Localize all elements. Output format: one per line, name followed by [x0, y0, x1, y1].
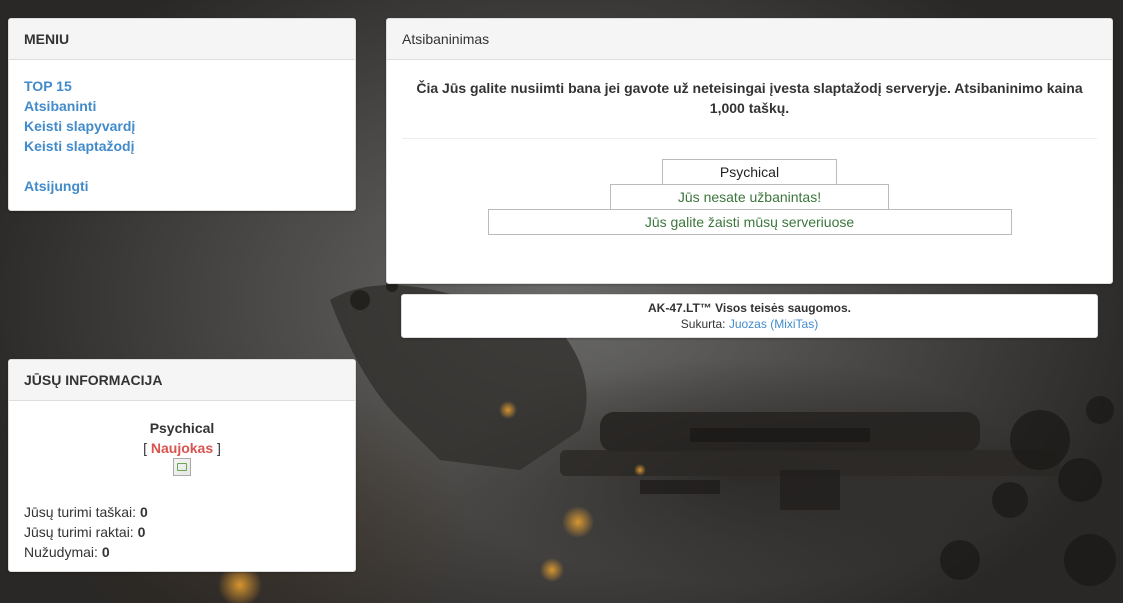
rank-badge: Naujokas — [150, 440, 214, 456]
menu-panel: MENIU TOP 15 Atsibaninti Keisti slapyvar… — [8, 18, 356, 211]
rank-line: [ Naujokas ] — [24, 438, 340, 458]
stat-keys: Jūsų turimi raktai: 0 — [24, 522, 340, 542]
stat-points-label: Jūsų turimi taškai: — [24, 504, 137, 520]
footer-author-link[interactable]: Juozas — [729, 317, 767, 331]
footer-author-nick-link[interactable]: (MixiTas) — [770, 317, 818, 331]
unban-panel-body: Čia Jūs galite nusiimti bana jei gavote … — [387, 60, 1112, 235]
user-info-title: JŪSŲ INFORMACIJA — [9, 360, 355, 401]
user-info-panel: JŪSŲ INFORMACIJA Psychical [ Naujokas ] … — [8, 359, 356, 572]
divider — [402, 138, 1097, 139]
footer-panel: AK-47.LT™ Visos teisės saugomos. Sukurta… — [401, 294, 1098, 338]
user-stats: Jūsų turimi taškai: 0 Jūsų turimi raktai… — [24, 502, 340, 562]
stat-points: Jūsų turimi taškai: 0 — [24, 502, 340, 522]
play-status-box: Jūs galite žaisti mūsų serveriuose — [487, 209, 1012, 235]
menu-item-unban[interactable]: Atsibaninti — [24, 96, 340, 116]
menu-item-change-nickname[interactable]: Keisti slapyvardį — [24, 116, 340, 136]
stat-kills-value: 0 — [101, 544, 110, 560]
menu-panel-title: MENIU — [9, 19, 355, 60]
unban-description: Čia Jūs galite nusiimti bana jei gavote … — [416, 80, 1083, 116]
footer-credits: Sukurta: Juozas (MixiTas) — [402, 316, 1097, 332]
unban-panel-title: Atsibaninimas — [387, 19, 1112, 60]
footer-copyright: AK-47.LT™ Visos teisės saugomos. — [648, 301, 851, 315]
menu-spacer — [24, 156, 340, 176]
stat-points-value: 0 — [139, 504, 148, 520]
stat-keys-label: Jūsų turimi raktai: — [24, 524, 134, 540]
footer-created-by-label: Sukurta: — [680, 317, 726, 331]
ban-status-box: Jūs nesate užbanintas! — [610, 184, 889, 210]
menu-item-logout[interactable]: Atsijungti — [24, 176, 340, 196]
rank-bracket-close: ] — [217, 440, 221, 456]
username: Psychical — [149, 420, 215, 436]
stat-keys-value: 0 — [137, 524, 146, 540]
rank-bracket-open: [ — [143, 440, 147, 456]
menu-item-top15[interactable]: TOP 15 — [24, 76, 340, 96]
menu-list: TOP 15 Atsibaninti Keisti slapyvardį Kei… — [9, 60, 355, 196]
menu-item-change-password[interactable]: Keisti slaptažodį — [24, 136, 340, 156]
unban-panel: Atsibaninimas Čia Jūs galite nusiimti ba… — [386, 18, 1113, 284]
stat-kills-label: Nužudymai: — [24, 544, 98, 560]
user-info-body: Psychical [ Naujokas ] Jūsų turimi taška… — [9, 401, 355, 562]
player-name-box: Psychical — [662, 159, 837, 185]
broken-image-icon — [173, 458, 191, 476]
stat-kills: Nužudymai: 0 — [24, 542, 340, 562]
